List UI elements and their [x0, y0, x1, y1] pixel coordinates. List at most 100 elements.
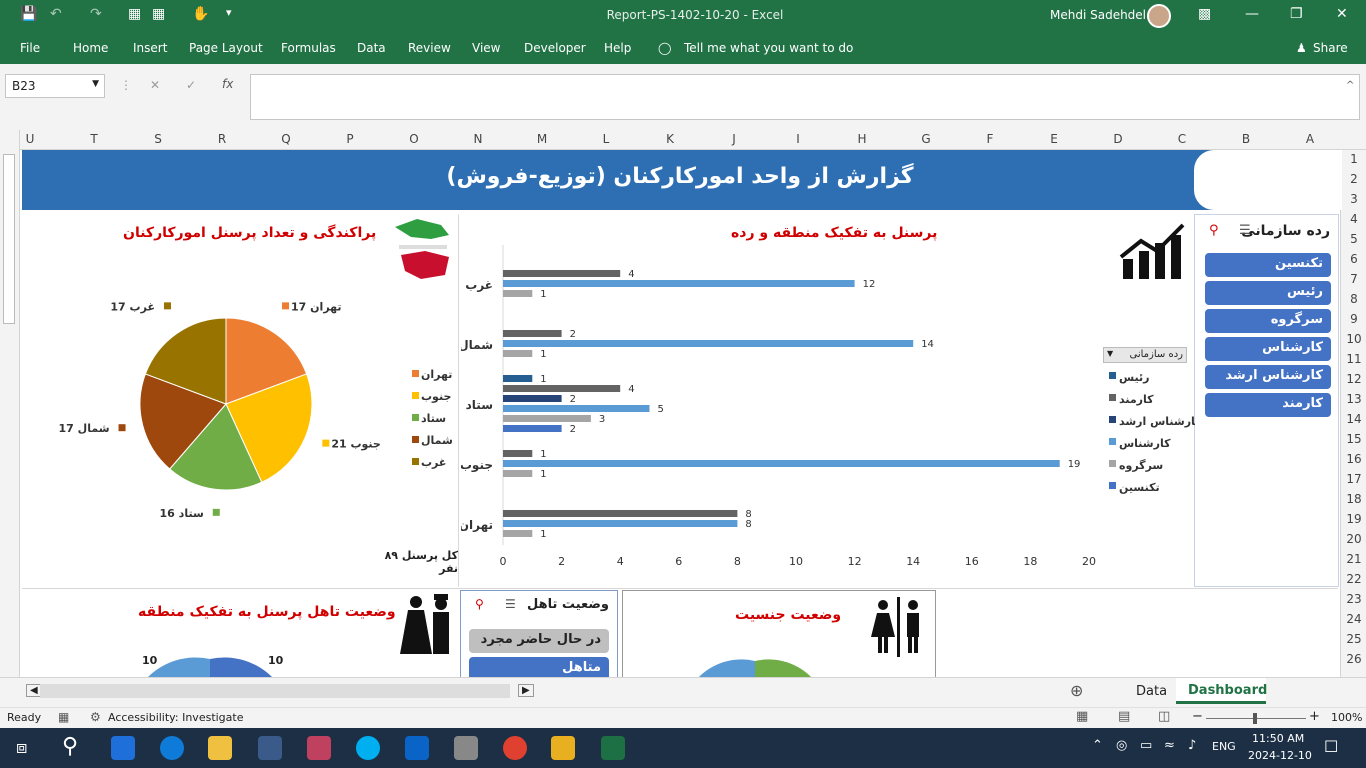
- search-icon[interactable]: ⚲: [62, 734, 78, 759]
- windows-start-icon[interactable]: ⧈: [16, 737, 27, 758]
- tab-data[interactable]: Data: [357, 41, 386, 55]
- slicer-item[interactable]: سرگروه: [1205, 309, 1331, 333]
- row-header[interactable]: 6: [1341, 252, 1366, 266]
- slicer-item[interactable]: کارمند: [1205, 393, 1331, 417]
- print-preview-icon[interactable]: ▦: [128, 6, 141, 22]
- zoom-slider-thumb[interactable]: [1253, 713, 1257, 724]
- row-header[interactable]: 7: [1341, 272, 1366, 286]
- ie-icon[interactable]: [111, 736, 135, 760]
- row-header[interactable]: 2: [1341, 172, 1366, 186]
- slicer-item[interactable]: کارشناس ارشد: [1205, 365, 1331, 389]
- row-header[interactable]: 13: [1341, 392, 1366, 406]
- row-header[interactable]: 16: [1341, 452, 1366, 466]
- chevron-up-icon[interactable]: ⌃: [1092, 738, 1103, 753]
- redo-icon[interactable]: ↷: [90, 6, 102, 22]
- row-header[interactable]: 17: [1341, 472, 1366, 486]
- macro-record-icon[interactable]: ▦: [58, 710, 69, 724]
- row-header[interactable]: 8: [1341, 292, 1366, 306]
- row-header[interactable]: 1: [1341, 152, 1366, 166]
- tab-help[interactable]: Help: [604, 41, 631, 55]
- multi-select-icon[interactable]: ☰: [505, 597, 516, 611]
- scroll-thumb[interactable]: [3, 154, 15, 324]
- touch-mode-icon[interactable]: ✋: [192, 6, 209, 22]
- col-header[interactable]: B: [1236, 132, 1256, 146]
- vertical-scrollbar[interactable]: [0, 130, 20, 677]
- row-header[interactable]: 12: [1341, 372, 1366, 386]
- slicer-item[interactable]: کارشناس: [1205, 337, 1331, 361]
- minimize-icon[interactable]: —: [1245, 6, 1259, 22]
- outlook-icon[interactable]: [405, 736, 429, 760]
- row-header[interactable]: 23: [1341, 592, 1366, 606]
- battery-icon[interactable]: ▭: [1140, 738, 1152, 753]
- col-header[interactable]: A: [1300, 132, 1320, 146]
- tab-developer[interactable]: Developer: [524, 41, 586, 55]
- edge-icon[interactable]: [160, 736, 184, 760]
- page-break-view-icon[interactable]: ◫: [1158, 709, 1170, 724]
- marital-slicer-item[interactable]: در حال حاضر مجرد: [469, 629, 609, 653]
- network-icon[interactable]: ◎: [1116, 738, 1127, 753]
- row-header[interactable]: 18: [1341, 492, 1366, 506]
- wifi-icon[interactable]: ≈: [1164, 738, 1175, 753]
- customize-qat-icon[interactable]: ▾: [226, 6, 232, 19]
- add-sheet-icon[interactable]: ⊕: [1070, 681, 1083, 700]
- clock-time[interactable]: 11:50 AM: [1252, 732, 1304, 745]
- col-header[interactable]: N: [468, 132, 488, 146]
- col-header[interactable]: C: [1172, 132, 1192, 146]
- volume-icon[interactable]: ♪: [1188, 738, 1196, 753]
- excel-icon[interactable]: [601, 736, 625, 760]
- chrome-icon[interactable]: [503, 736, 527, 760]
- chevron-down-icon[interactable]: ▼: [92, 79, 99, 89]
- avatar[interactable]: [1147, 4, 1171, 28]
- file-explorer-icon[interactable]: [208, 736, 232, 760]
- row-header[interactable]: 5: [1341, 232, 1366, 246]
- row-header[interactable]: 4: [1341, 212, 1366, 226]
- col-header[interactable]: S: [148, 132, 168, 146]
- share-button[interactable]: Share: [1313, 41, 1348, 55]
- scroll-right-icon[interactable]: ▶: [518, 684, 534, 697]
- row-header[interactable]: 22: [1341, 572, 1366, 586]
- table-icon[interactable]: ▦: [152, 6, 165, 22]
- page-layout-view-icon[interactable]: ▤: [1118, 709, 1130, 724]
- row-header[interactable]: 14: [1341, 412, 1366, 426]
- tab-page-layout[interactable]: Page Layout: [189, 41, 263, 55]
- col-header[interactable]: E: [1044, 132, 1064, 146]
- row-header[interactable]: 20: [1341, 532, 1366, 546]
- slicer-item[interactable]: رئیس: [1205, 281, 1331, 305]
- col-header[interactable]: J: [724, 132, 744, 146]
- zoom-in-icon[interactable]: +: [1309, 709, 1320, 724]
- col-header[interactable]: D: [1108, 132, 1128, 146]
- col-header[interactable]: Q: [276, 132, 296, 146]
- row-header[interactable]: 3: [1341, 192, 1366, 206]
- col-header[interactable]: F: [980, 132, 1000, 146]
- row-header[interactable]: 21: [1341, 552, 1366, 566]
- save-icon[interactable]: 💾: [20, 6, 37, 22]
- skype-icon[interactable]: [356, 736, 380, 760]
- clear-filter-icon[interactable]: ⚲: [1209, 223, 1219, 238]
- formula-input[interactable]: [250, 74, 1360, 120]
- col-header[interactable]: M: [532, 132, 552, 146]
- row-header[interactable]: 24: [1341, 612, 1366, 626]
- row-header[interactable]: 10: [1341, 332, 1366, 346]
- sheet-tab-data[interactable]: Data: [1136, 684, 1167, 699]
- clear-filter-icon[interactable]: ⚲: [475, 597, 484, 611]
- col-header[interactable]: T: [84, 132, 104, 146]
- notification-icon[interactable]: ☐: [1324, 737, 1338, 756]
- maximize-icon[interactable]: ❐: [1290, 6, 1303, 22]
- undo-icon[interactable]: ↶: [50, 6, 62, 22]
- row-header[interactable]: 11: [1341, 352, 1366, 366]
- col-header[interactable]: R: [212, 132, 232, 146]
- col-header[interactable]: K: [660, 132, 680, 146]
- collapse-icon[interactable]: ^: [1346, 80, 1354, 91]
- tab-review[interactable]: Review: [408, 41, 451, 55]
- sheet-tab-dashboard[interactable]: Dashboard: [1176, 678, 1267, 704]
- accessibility-icon[interactable]: ⚙: [90, 710, 101, 724]
- col-header[interactable]: H: [852, 132, 872, 146]
- tab-home[interactable]: Home: [73, 41, 108, 55]
- col-header[interactable]: O: [404, 132, 424, 146]
- name-box[interactable]: B23 ▼: [5, 74, 105, 98]
- app-icon[interactable]: [258, 736, 282, 760]
- enter-icon[interactable]: ✓: [186, 78, 196, 92]
- row-header[interactable]: 15: [1341, 432, 1366, 446]
- zoom-level[interactable]: 100%: [1331, 711, 1362, 724]
- paint-icon[interactable]: [307, 736, 331, 760]
